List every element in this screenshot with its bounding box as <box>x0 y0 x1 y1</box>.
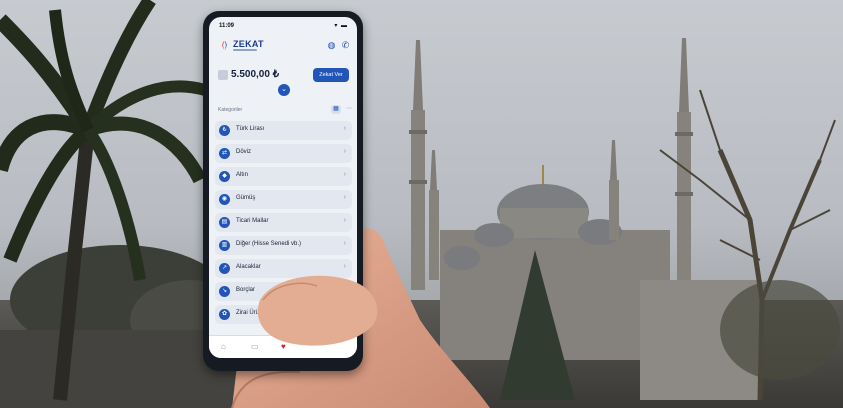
wallet-icon <box>218 70 228 80</box>
chevron-right-icon: › <box>343 240 346 247</box>
gold-icon: ◆ <box>219 171 230 182</box>
category-label: Döviz <box>236 149 252 155</box>
photo-scene: 11:09 ▾ ▬ ZEKAT ◍ ✆ 5.500,00 ₺ Zekat Ver… <box>0 0 843 408</box>
section-label: Kategoriler <box>218 107 243 113</box>
category-item[interactable]: ₺ Türk Lirası › <box>215 121 352 140</box>
brand-logo: ZEKAT <box>219 38 279 54</box>
lira-icon: ₺ <box>219 125 230 136</box>
category-item[interactable]: ◉ Gümüş › <box>215 190 352 209</box>
category-label: Diğer (Hisse Senedi vb.) <box>236 241 302 247</box>
category-label: Altın <box>236 172 249 178</box>
zekat-logo-icon <box>222 40 227 51</box>
chevron-right-icon: › <box>343 148 346 155</box>
currency-exchange-icon: ⇄ <box>219 148 230 159</box>
chevron-right-icon: › <box>343 217 346 224</box>
chevron-down-icon[interactable]: ⌄ <box>278 84 290 96</box>
mosque-background-photo <box>0 0 843 408</box>
category-label: Türk Lirası <box>236 126 265 132</box>
category-label: Gümüş <box>236 195 256 201</box>
thumb <box>257 275 378 346</box>
category-item[interactable]: ◆ Altın › <box>215 167 352 186</box>
category-label: Ticari Mallar <box>236 218 269 224</box>
globe-icon[interactable]: ◍ <box>326 40 337 51</box>
status-icons: ▾ ▬ <box>334 23 348 29</box>
chevron-right-icon: › <box>343 263 346 270</box>
status-time: 11:09 <box>219 23 235 29</box>
balance-row: 5.500,00 ₺ Zekat Ver <box>217 67 349 85</box>
more-icon[interactable]: ⋯ <box>344 105 354 114</box>
grid-view-icon[interactable]: ▦ <box>331 105 341 114</box>
category-item[interactable]: ⇄ Döviz › <box>215 144 352 163</box>
phone-icon[interactable]: ✆ <box>340 40 351 51</box>
chevron-right-icon: › <box>343 194 346 201</box>
receivables-icon: ↗ <box>219 263 230 274</box>
balance-amount: 5.500,00 ₺ <box>231 69 280 80</box>
home-icon[interactable]: ⌂ <box>221 342 226 351</box>
brand-subtitle-mark <box>233 49 257 51</box>
debts-icon: ↘ <box>219 286 230 297</box>
give-zakat-button[interactable]: Zekat Ver <box>313 68 349 82</box>
commercial-goods-icon: ▤ <box>219 217 230 228</box>
category-item[interactable]: ▤ Ticari Mallar › <box>215 213 352 232</box>
chevron-right-icon: › <box>343 125 346 132</box>
category-label: Borçlar <box>236 287 256 293</box>
category-item[interactable]: ▥ Diğer (Hisse Senedi vb.) › <box>215 236 352 255</box>
agriculture-icon: ✿ <box>219 309 230 320</box>
chevron-right-icon: › <box>343 171 346 178</box>
brand-name: ZEKAT <box>233 39 264 49</box>
stocks-icon: ▥ <box>219 240 230 251</box>
silver-icon: ◉ <box>219 194 230 205</box>
